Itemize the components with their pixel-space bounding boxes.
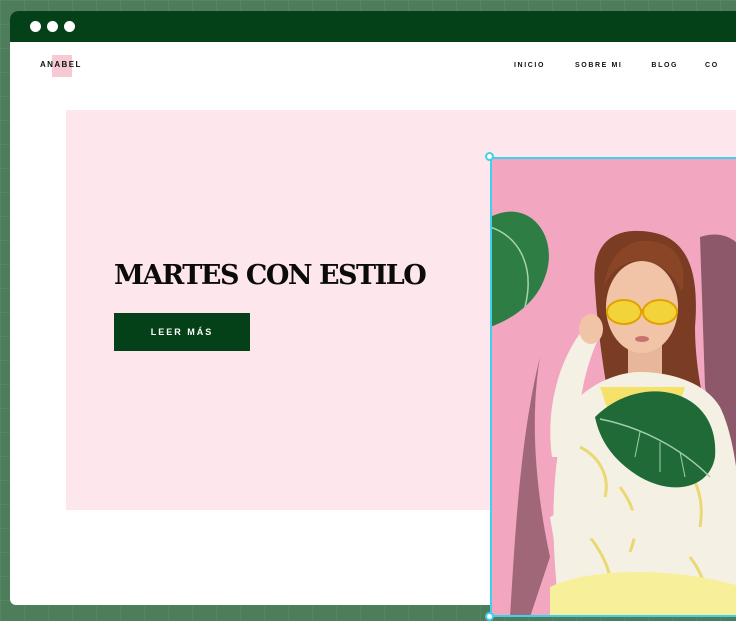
window-dot-icon[interactable]	[64, 21, 75, 32]
resize-handle-icon[interactable]	[485, 612, 494, 621]
read-more-button[interactable]: LEER MÁS	[114, 313, 250, 351]
window-dot-icon[interactable]	[30, 21, 41, 32]
nav-item-contacto[interactable]: CO	[705, 62, 719, 69]
window-dot-icon[interactable]	[47, 21, 58, 32]
site-logo[interactable]: ANABEL	[40, 60, 82, 69]
site-nav: INICIO SOBRE MI BLOG CO	[514, 62, 719, 69]
nav-item-inicio[interactable]: INICIO	[514, 62, 545, 69]
hero-headline: MARTES CON ESTILO	[114, 260, 427, 291]
window-titlebar	[10, 11, 736, 42]
fashion-photo-illustration	[490, 211, 736, 617]
nav-item-blog[interactable]: BLOG	[651, 62, 678, 69]
nav-item-sobre-mi[interactable]: SOBRE MI	[575, 62, 622, 69]
resize-handle-icon[interactable]	[485, 152, 494, 161]
hero-photo[interactable]	[490, 157, 736, 617]
